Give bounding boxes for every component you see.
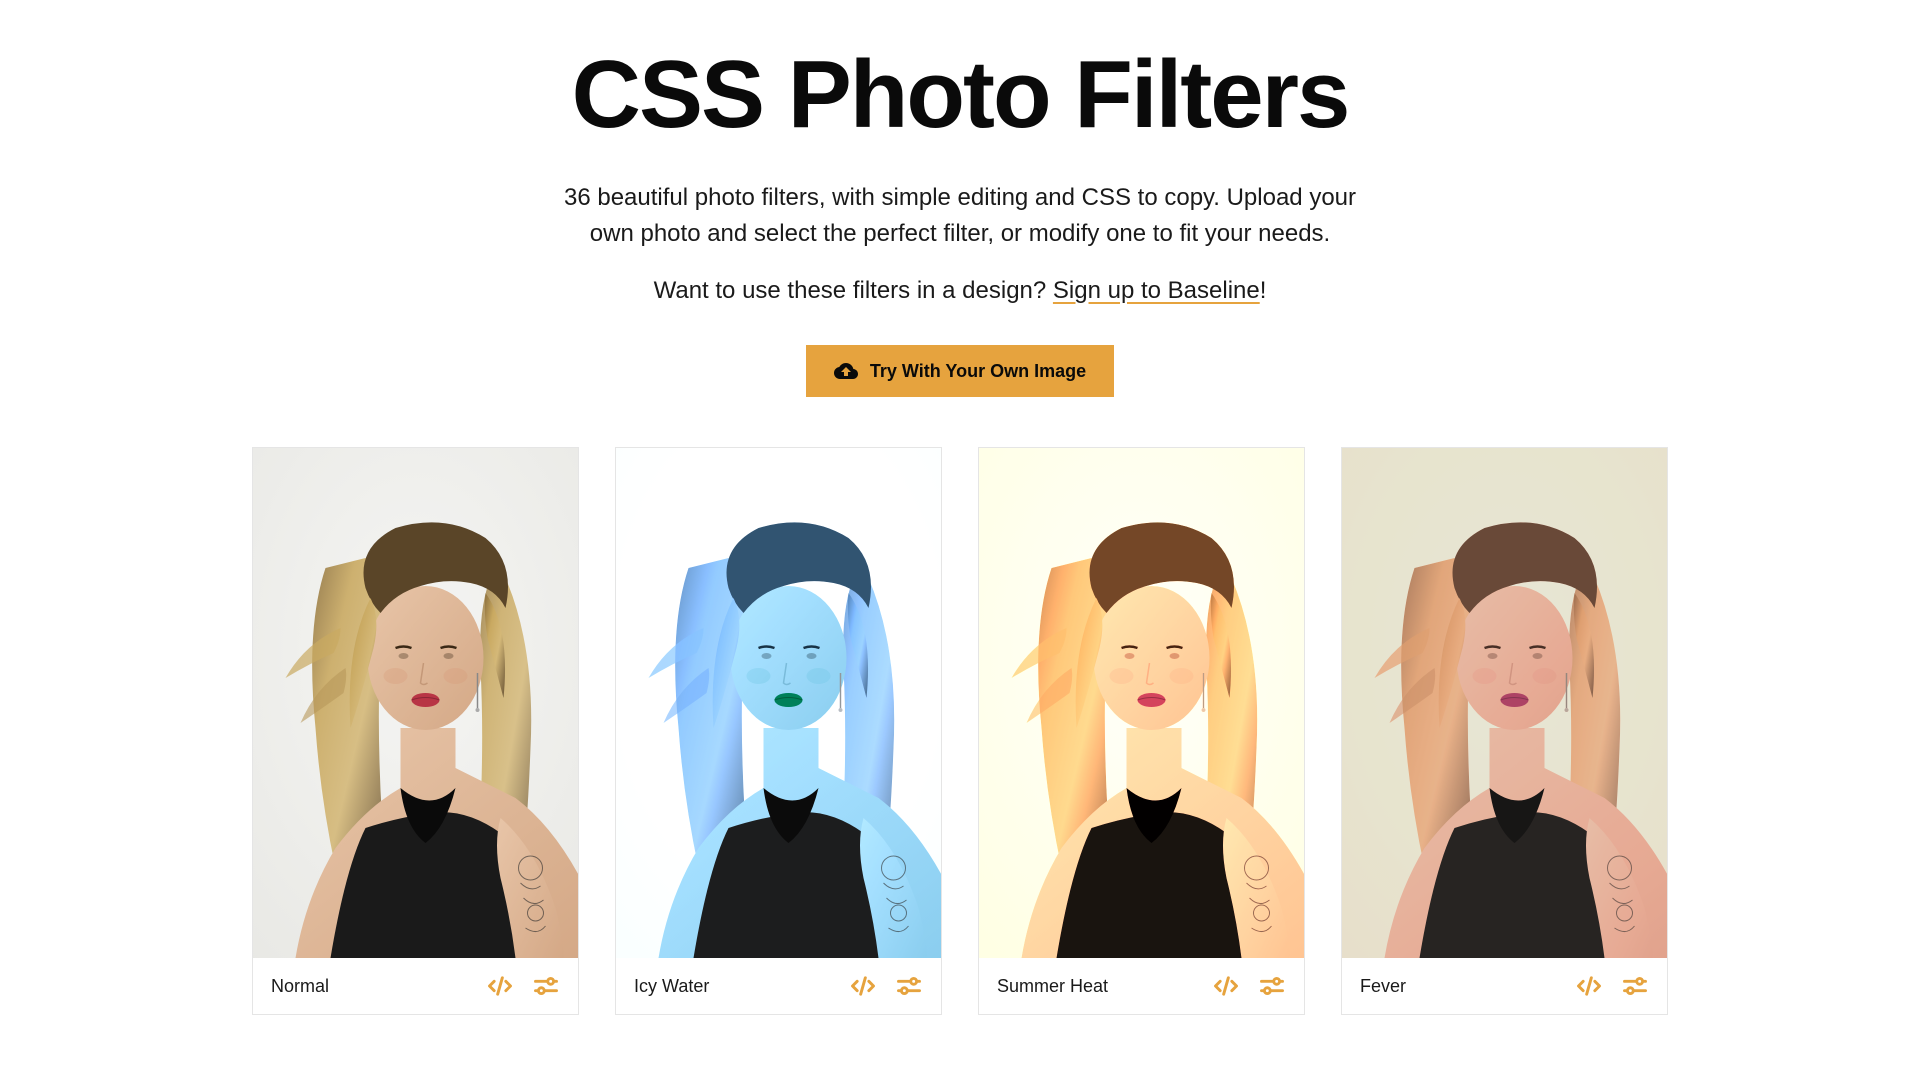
filter-preview[interactable] — [253, 448, 578, 958]
sliders-icon[interactable] — [532, 972, 560, 1000]
page-title: CSS Photo Filters — [252, 40, 1668, 150]
upload-button-label: Try With Your Own Image — [870, 361, 1086, 382]
code-icon[interactable] — [1212, 972, 1240, 1000]
sliders-icon[interactable] — [1258, 972, 1286, 1000]
filter-card: Normal — [252, 447, 579, 1015]
filter-footer: Summer Heat — [979, 958, 1304, 1014]
filter-actions — [1575, 972, 1649, 1000]
filter-name: Fever — [1360, 976, 1406, 997]
sliders-icon[interactable] — [1621, 972, 1649, 1000]
code-icon[interactable] — [1575, 972, 1603, 1000]
filter-name: Normal — [271, 976, 329, 997]
filter-name: Icy Water — [634, 976, 709, 997]
sliders-icon[interactable] — [895, 972, 923, 1000]
filter-actions — [1212, 972, 1286, 1000]
upload-button[interactable]: Try With Your Own Image — [806, 345, 1114, 397]
filter-card: Icy Water — [615, 447, 942, 1015]
filter-footer: Icy Water — [616, 958, 941, 1014]
code-icon[interactable] — [849, 972, 877, 1000]
page-header: CSS Photo Filters 36 beautiful photo fil… — [252, 40, 1668, 397]
cta-prefix: Want to use these filters in a design? — [654, 277, 1053, 304]
filter-card: Fever — [1341, 447, 1668, 1015]
filter-footer: Fever — [1342, 958, 1667, 1014]
filters-grid: Normal — [252, 447, 1668, 1015]
cloud-upload-icon — [834, 359, 858, 383]
signup-link[interactable]: Sign up to Baseline — [1053, 277, 1260, 304]
code-icon[interactable] — [486, 972, 514, 1000]
filter-actions — [486, 972, 560, 1000]
filter-preview[interactable] — [1342, 448, 1667, 958]
filter-preview[interactable] — [979, 448, 1304, 958]
filter-actions — [849, 972, 923, 1000]
page-subtitle: 36 beautiful photo filters, with simple … — [560, 180, 1360, 252]
filter-name: Summer Heat — [997, 976, 1108, 997]
cta-text: Want to use these filters in a design? S… — [252, 277, 1668, 305]
filter-footer: Normal — [253, 958, 578, 1014]
cta-suffix: ! — [1260, 277, 1267, 304]
filter-card: Summer Heat — [978, 447, 1305, 1015]
filter-preview[interactable] — [616, 448, 941, 958]
